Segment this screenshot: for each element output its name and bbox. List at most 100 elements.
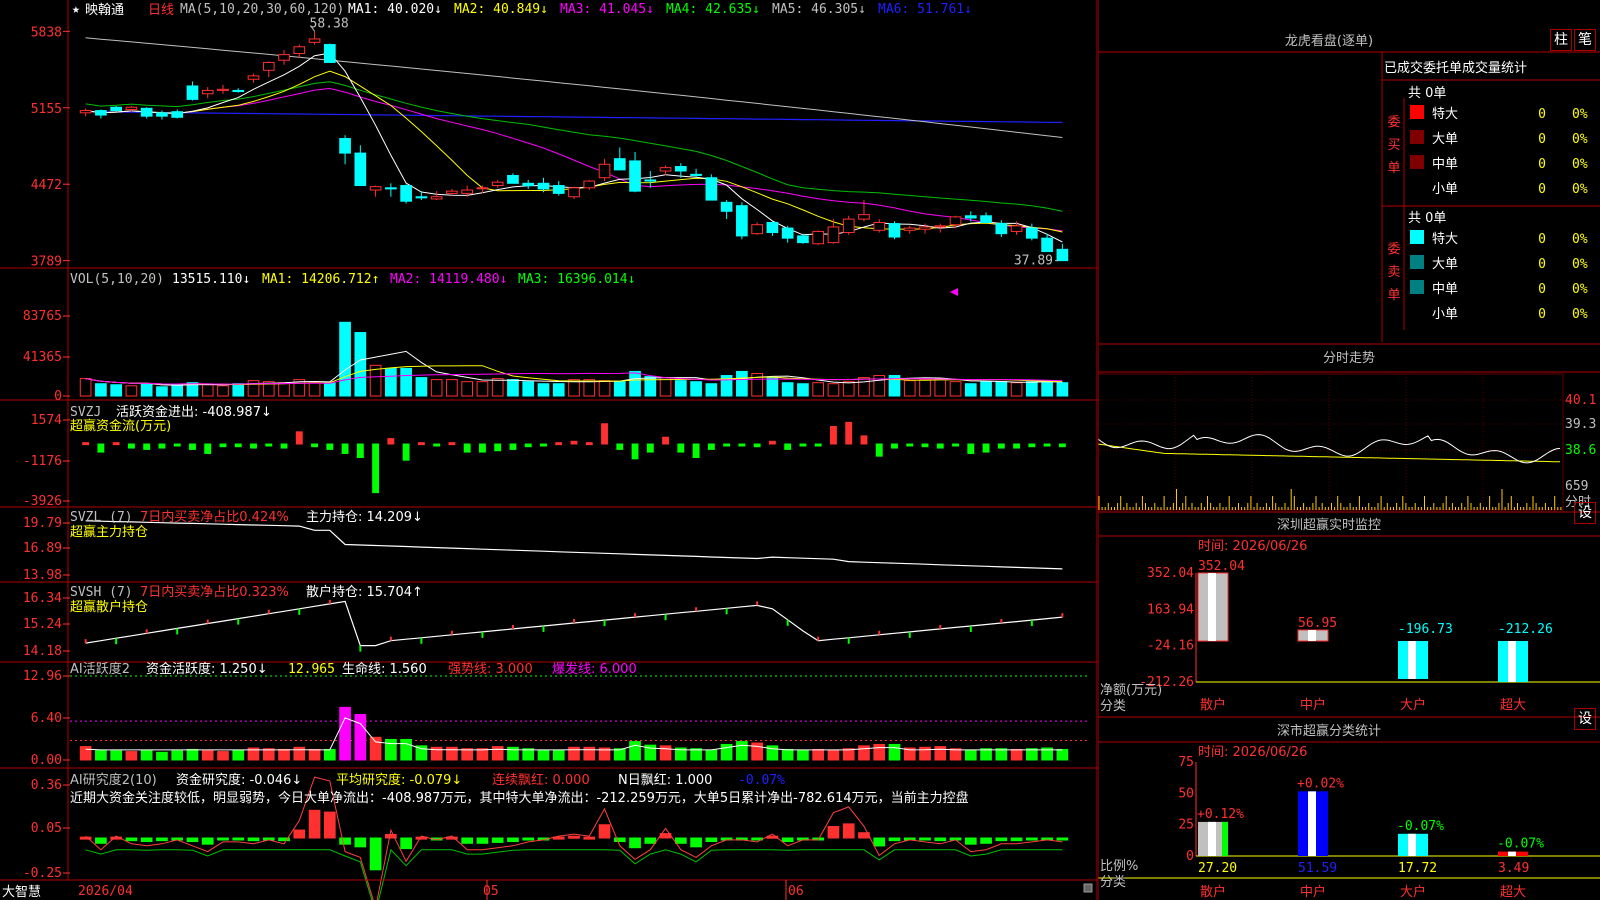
active-bar	[949, 748, 962, 761]
volume-bar	[522, 381, 535, 397]
sell-row-name: 小单	[1432, 307, 1458, 322]
fund-flow-bar	[524, 443, 532, 448]
classify-category: 中户	[1300, 884, 1326, 900]
candle-up	[293, 46, 306, 54]
main-hold-line	[85, 520, 1063, 570]
ma1-value: MA1: 40.020↓	[348, 2, 442, 17]
kline-chart[interactable]: 5838 5155 4472 3789 58.38 37.89 ★ 映翰通 日线 MA(5,10,…	[0, 0, 1098, 900]
active-bar	[110, 750, 122, 761]
volume-bar	[736, 370, 748, 397]
fund-flow-bar	[417, 442, 425, 446]
active-bar	[873, 743, 886, 761]
n-day-red-value: N日飘红: 1.000	[618, 772, 712, 788]
fund-flow-bar	[219, 443, 227, 448]
volume-bar	[1010, 382, 1023, 397]
active-bar	[583, 746, 596, 761]
fund-flow-bar	[753, 443, 761, 448]
active-bar	[781, 748, 794, 761]
active-bar	[629, 741, 641, 761]
candle-down	[339, 138, 351, 154]
volume-bar	[156, 386, 168, 397]
active-bar	[186, 748, 199, 761]
fund-flow-bar	[97, 443, 105, 453]
candle-up	[308, 38, 321, 43]
column-mode-button[interactable]: 柱	[1550, 29, 1572, 51]
svzl-hold: 主力持仓: 14.209↓	[306, 510, 423, 525]
buy-side-char: 委	[1387, 115, 1400, 130]
monitor-time: 时间: 2026/06/26	[1198, 539, 1307, 554]
research-bar	[522, 837, 535, 841]
candle-down	[140, 107, 153, 117]
research-bar	[629, 837, 641, 849]
svzl-subtitle: 超赢主力持仓	[70, 524, 148, 540]
sell-row-pct: 0%	[1572, 307, 1588, 322]
candle-up	[125, 106, 138, 110]
svzl-label: SVZL (7)	[70, 510, 133, 525]
classify-tick: 75	[1178, 755, 1194, 770]
candle-down	[629, 160, 641, 192]
monitor-bar-highlight	[1508, 641, 1516, 683]
classify-settings-button[interactable]: 设	[1574, 708, 1596, 730]
active-bar	[293, 746, 306, 761]
lock-icon	[1083, 883, 1093, 893]
volume-bar	[690, 381, 702, 397]
fund-flow-bar	[1058, 443, 1066, 448]
candle-up	[598, 163, 611, 179]
fund-flow-bar	[250, 443, 257, 449]
monitor-category: 超大	[1500, 698, 1526, 713]
volume-bar	[858, 377, 870, 397]
low-price-label: 37.89	[1014, 254, 1053, 269]
retail-hold-line	[85, 600, 1063, 647]
candle-down	[171, 111, 184, 118]
buy-row-count: 0	[1538, 107, 1546, 122]
svsh-subtitle: 超赢散户持仓	[70, 599, 148, 615]
research-bar	[1056, 837, 1069, 841]
active-bar	[125, 751, 138, 761]
volume-bar	[446, 379, 458, 397]
ma1-line	[85, 52, 1063, 243]
fund-flow-bar	[845, 421, 853, 445]
classify-bar-highlight	[1508, 851, 1516, 856]
research-bar	[1026, 837, 1038, 841]
candle-down	[507, 174, 519, 184]
volume-bar	[812, 382, 825, 397]
candle-up	[262, 61, 275, 71]
candle-up	[461, 189, 474, 194]
fund-flow-bar	[356, 443, 364, 458]
volume-bar	[980, 381, 992, 397]
candle-up	[247, 75, 260, 80]
research-bar	[934, 837, 947, 842]
fund-flow-bar	[402, 443, 410, 461]
candle-up	[446, 190, 458, 194]
research-bar	[781, 837, 794, 843]
classify-tick: 0	[1186, 849, 1194, 864]
active-bar	[217, 751, 229, 761]
active-bar	[797, 749, 809, 761]
monitor-settings-button[interactable]: 设	[1574, 502, 1596, 524]
candle-down	[797, 235, 809, 244]
ai-research-label: AI研究度2(10)	[70, 772, 157, 788]
buy-row-name: 小单	[1432, 182, 1458, 197]
tick-mode-button[interactable]: 笔	[1574, 29, 1596, 51]
candle-down	[690, 173, 702, 176]
research-bar	[247, 837, 260, 842]
sell-side-char: 委	[1387, 242, 1400, 257]
candle-down	[705, 177, 718, 201]
ma2-value: MA2: 40.849↓	[454, 2, 548, 17]
active-bar	[308, 748, 321, 761]
fund-flow-bar	[707, 443, 715, 450]
volume-bar	[659, 377, 672, 397]
kline-panel[interactable]: 5838 5155 4472 3789 58.38 37.89 ★ 映翰通 日线 MA(5,10,…	[0, 0, 1098, 900]
candle-down	[644, 179, 657, 182]
legend-swatch	[1410, 230, 1424, 244]
fund-flow-bar	[738, 443, 746, 447]
vol-ma3-value: MA3: 16396.014↓	[518, 272, 635, 287]
candle-down	[522, 182, 535, 187]
volume-bar	[827, 383, 840, 397]
active-bar	[812, 748, 825, 761]
classify-value: 27.20	[1198, 861, 1237, 876]
fund-flow-bar	[433, 443, 441, 447]
candle-up	[79, 110, 92, 114]
candle-down	[720, 201, 733, 212]
active-bar	[339, 706, 351, 761]
